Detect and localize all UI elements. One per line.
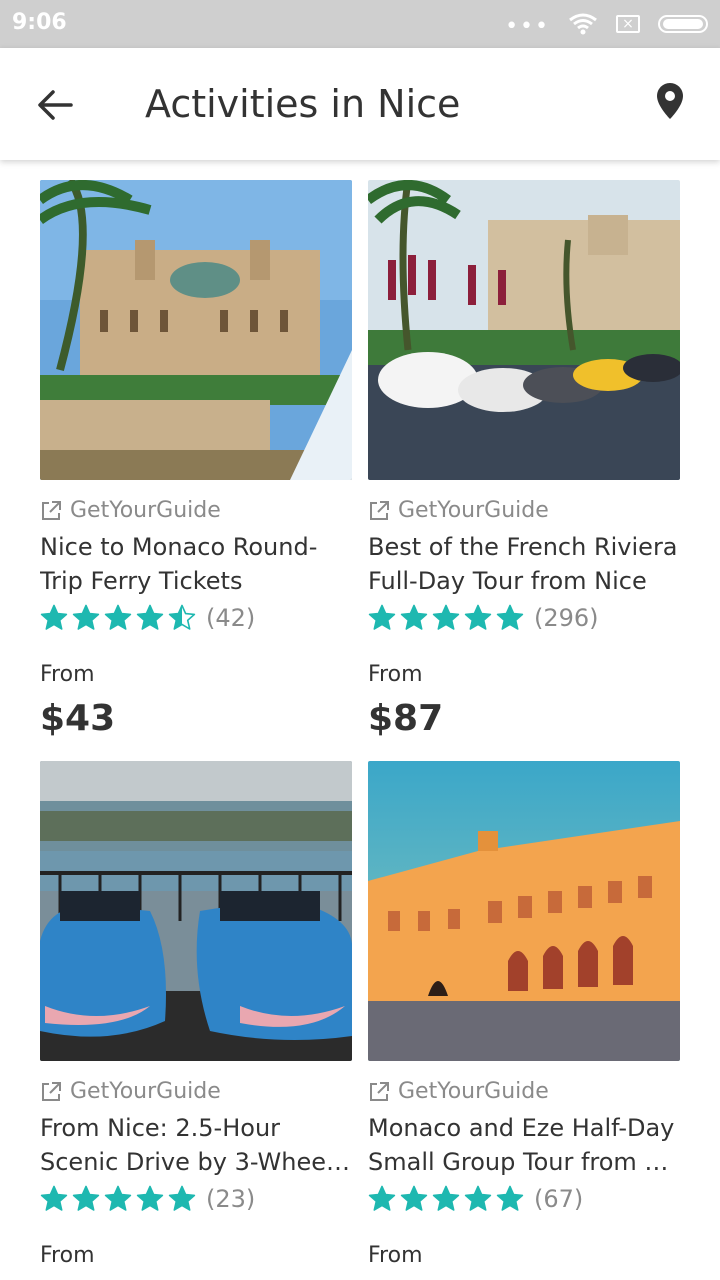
star-icon: [464, 604, 492, 630]
activity-image[interactable]: [40, 180, 352, 480]
from-label: From: [40, 1243, 95, 1268]
provider-label: GetYourGuide: [368, 1079, 549, 1104]
star-icon: [136, 1185, 164, 1211]
review-count: (67): [534, 1185, 584, 1213]
star-icon: [464, 1185, 492, 1211]
rating: (42): [40, 604, 255, 632]
star-icon: [136, 604, 164, 630]
star-icon: [432, 604, 460, 630]
provider-name: GetYourGuide: [70, 498, 221, 523]
title-line: From Nice: 2.5-Hour: [40, 1114, 281, 1142]
wifi-icon: [569, 13, 597, 35]
star-icon: [40, 1185, 68, 1211]
rating-stars: [368, 604, 528, 632]
title-line: Scenic Drive by 3-Wheel…: [40, 1148, 352, 1176]
star-icon: [168, 1185, 196, 1211]
star-icon: [368, 604, 396, 630]
external-link-icon: [370, 1081, 389, 1101]
activity-title[interactable]: Nice to Monaco Round- Trip Ferry Tickets: [40, 530, 352, 598]
external-link-icon: [370, 500, 389, 520]
star-icon: [40, 604, 68, 630]
title-line: Best of the French Riviera: [368, 533, 678, 561]
rating: (296): [368, 604, 599, 632]
provider-label: GetYourGuide: [40, 498, 221, 523]
page-title: Activities in Nice: [145, 82, 461, 126]
star-icon: [496, 1185, 524, 1211]
star-icon: [72, 1185, 100, 1211]
review-count: (23): [206, 1185, 256, 1213]
from-label: From: [368, 662, 423, 687]
star-icon: [72, 604, 100, 630]
rating: (23): [40, 1185, 255, 1213]
provider-name: GetYourGuide: [398, 1079, 549, 1104]
external-link-icon: [42, 500, 61, 520]
price: $87: [368, 698, 444, 739]
status-icons: ••• ×: [505, 10, 708, 38]
rating-stars: [368, 1185, 528, 1213]
title-line: Trip Ferry Tickets: [40, 567, 243, 595]
back-button[interactable]: [30, 80, 80, 130]
provider-name: GetYourGuide: [70, 1079, 221, 1104]
arrow-left-icon: [38, 90, 73, 120]
from-label: From: [368, 1243, 423, 1268]
provider-label: GetYourGuide: [40, 1079, 221, 1104]
title-line: Monaco and Eze Half-Day: [368, 1114, 675, 1142]
title-line: Small Group Tour from …: [368, 1148, 669, 1176]
star-icon: [168, 604, 196, 630]
review-count: (296): [534, 604, 599, 632]
title-line: Full-Day Tour from Nice: [368, 567, 647, 595]
provider-label: GetYourGuide: [368, 498, 549, 523]
activity-image[interactable]: [368, 180, 680, 480]
provider-name: GetYourGuide: [398, 498, 549, 523]
star-icon: [496, 604, 524, 630]
activity-card[interactable]: GetYourGuide Monaco and Eze Half-Day Sma…: [368, 761, 680, 1268]
activity-image[interactable]: [368, 761, 680, 1061]
star-icon: [400, 1185, 428, 1211]
star-icon: [104, 604, 132, 630]
external-link-icon: [42, 1081, 61, 1101]
activity-title[interactable]: Monaco and Eze Half-Day Small Group Tour…: [368, 1111, 680, 1179]
from-label: From: [40, 662, 95, 687]
activity-title[interactable]: Best of the French Riviera Full-Day Tour…: [368, 530, 680, 598]
review-count: (42): [206, 604, 256, 632]
star-icon: [400, 604, 428, 630]
map-pin-icon: [657, 83, 683, 119]
rating-stars: [40, 1185, 200, 1213]
app-bar: Activities in Nice: [0, 48, 720, 160]
status-time: 9:06: [12, 10, 67, 35]
activity-card[interactable]: GetYourGuide From Nice: 2.5-Hour Scenic …: [40, 761, 352, 1268]
rating-stars: [40, 604, 200, 632]
location-button[interactable]: [656, 82, 692, 126]
signal-dots-icon: •••: [505, 14, 550, 39]
rating: (67): [368, 1185, 583, 1213]
star-icon: [432, 1185, 460, 1211]
no-sim-icon: ×: [616, 15, 640, 33]
battery-icon: [658, 15, 708, 33]
status-bar: 9:06 ••• ×: [0, 0, 720, 48]
activity-card[interactable]: GetYourGuide Nice to Monaco Round- Trip …: [40, 180, 352, 739]
activity-card[interactable]: GetYourGuide Best of the French Riviera …: [368, 180, 680, 739]
activity-title[interactable]: From Nice: 2.5-Hour Scenic Drive by 3-Wh…: [40, 1111, 352, 1179]
activity-image[interactable]: [40, 761, 352, 1061]
star-icon: [104, 1185, 132, 1211]
star-icon: [368, 1185, 396, 1211]
title-line: Nice to Monaco Round-: [40, 533, 318, 561]
price: $43: [40, 698, 116, 739]
